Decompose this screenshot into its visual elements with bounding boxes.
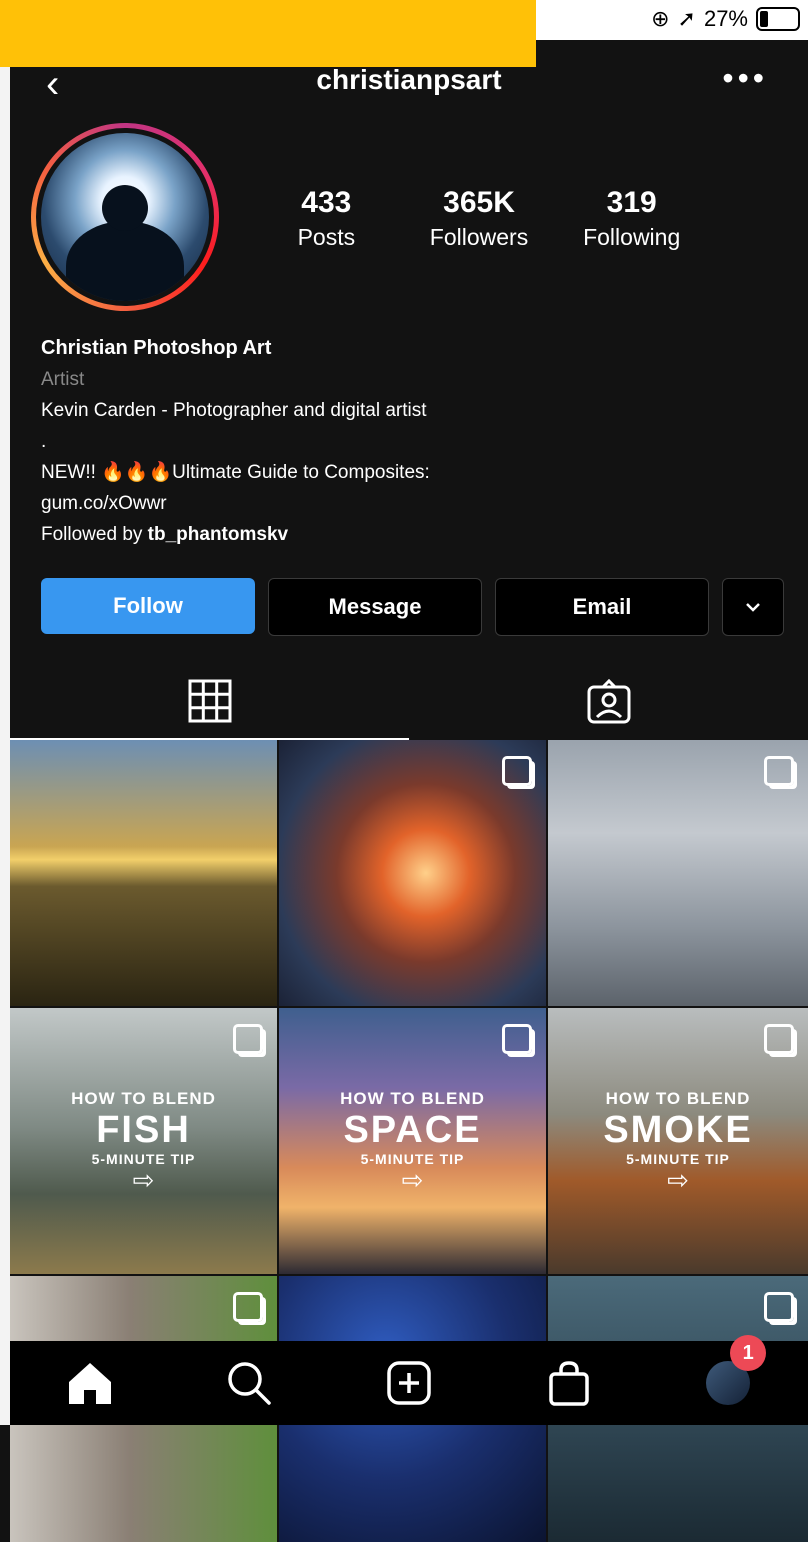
stat-following[interactable]: 319 Following	[555, 186, 708, 251]
shopping-bag-icon	[548, 1361, 589, 1406]
post-thumbnail[interactable]: HOW TO BLEND SPACE 5-MINUTE TIP ⇨	[279, 1008, 546, 1274]
profile-stats: 433 Posts 365K Followers 319 Following	[250, 186, 708, 251]
profile-header: ‹ christianpsart •••	[10, 40, 808, 120]
bio-link[interactable]: gum.co/xOwwr	[41, 488, 781, 519]
overlay-title: FISH	[96, 1109, 191, 1151]
grid-icon	[188, 679, 231, 723]
profile-actions: Follow Message Email	[41, 578, 784, 636]
profile-avatar-small: 1	[706, 1335, 767, 1405]
arrow-right-icon: ⇨	[132, 1165, 155, 1195]
post-title-overlay: HOW TO BLEND SMOKE 5-MINUTE TIP ⇨	[571, 1089, 784, 1193]
profile-tabs	[10, 664, 808, 740]
profile-bio: Christian Photoshop Art Artist Kevin Car…	[41, 333, 781, 550]
stat-followers-value: 365K	[443, 186, 515, 219]
battery-icon	[756, 7, 800, 31]
notification-badge: 1	[730, 1335, 767, 1371]
arrow-right-icon: ⇨	[667, 1165, 689, 1195]
stat-followers-label: Followers	[429, 224, 529, 250]
multi-post-icon	[233, 1292, 263, 1322]
rotation-lock-icon: ⊕	[651, 6, 670, 31]
message-button[interactable]: Message	[268, 578, 482, 636]
stat-posts-value: 433	[301, 186, 352, 219]
post-thumbnail[interactable]	[548, 740, 808, 1006]
stat-followers[interactable]: 365K Followers	[403, 186, 556, 251]
post-title-overlay: HOW TO BLEND FISH 5-MINUTE TIP ⇨	[34, 1089, 253, 1193]
profile-avatar[interactable]	[31, 123, 219, 311]
location-arrow-icon: ➚	[677, 6, 696, 31]
status-indicators: ⊕ ➚ 27%	[651, 6, 800, 32]
multi-post-icon	[502, 1024, 532, 1054]
overlay-title: SPACE	[343, 1109, 482, 1151]
post-thumbnail[interactable]	[10, 740, 277, 1006]
followed-by-prefix: Followed by	[41, 524, 148, 545]
email-button[interactable]: Email	[495, 578, 709, 636]
profile-category: Artist	[41, 369, 85, 390]
bottom-navigation: 1	[10, 1335, 808, 1425]
nav-shop[interactable]	[524, 1360, 614, 1406]
post-thumbnail[interactable]: HOW TO BLEND FISH 5-MINUTE TIP ⇨	[10, 1008, 277, 1274]
post-title-overlay: HOW TO BLEND SPACE 5-MINUTE TIP ⇨	[303, 1089, 522, 1193]
tagged-person-icon	[587, 679, 630, 724]
search-icon	[228, 1362, 272, 1405]
battery-percentage: 27%	[703, 6, 748, 31]
multi-post-icon	[764, 1024, 794, 1054]
stat-posts[interactable]: 433 Posts	[250, 186, 403, 251]
stat-following-value: 319	[606, 186, 657, 219]
multi-post-icon	[764, 756, 794, 786]
post-thumbnail[interactable]	[279, 740, 546, 1006]
multi-post-icon	[502, 756, 532, 786]
bio-line: Kevin Carden - Photographer and digital …	[41, 400, 427, 421]
add-post-icon	[387, 1361, 431, 1405]
overlay-line: HOW TO BLEND	[340, 1089, 485, 1108]
nav-create[interactable]	[364, 1360, 454, 1406]
tab-tagged[interactable]	[409, 664, 808, 740]
stat-following-label: Following	[583, 224, 681, 250]
display-name: Christian Photoshop Art	[41, 337, 272, 359]
more-options-icon[interactable]: •••	[722, 60, 768, 97]
bio-line: NEW!! 🔥🔥🔥Ultimate Guide to Composites:	[41, 462, 430, 483]
profile-username: christianpsart	[316, 64, 502, 95]
chevron-down-icon[interactable]	[722, 578, 784, 636]
home-icon	[68, 1363, 111, 1404]
left-edge-strip	[0, 0, 10, 1425]
followed-by[interactable]: Followed by tb_phantomskv	[41, 519, 781, 550]
multi-post-icon	[233, 1024, 263, 1054]
nav-profile[interactable]: 1	[683, 1335, 773, 1405]
overlay-title: SMOKE	[603, 1109, 753, 1151]
overlay-line: HOW TO BLEND	[605, 1089, 751, 1108]
overlay-line: HOW TO BLEND	[71, 1089, 216, 1108]
followed-by-user[interactable]: tb_phantomskv	[148, 524, 288, 545]
nav-search[interactable]	[204, 1360, 294, 1406]
bio-line: .	[41, 431, 47, 452]
arrow-right-icon: ⇨	[401, 1165, 424, 1195]
follow-button[interactable]: Follow	[41, 578, 255, 634]
nav-home[interactable]	[45, 1360, 135, 1406]
multi-post-icon	[764, 1292, 794, 1322]
post-thumbnail[interactable]: HOW TO BLEND SMOKE 5-MINUTE TIP ⇨	[548, 1008, 808, 1274]
stat-posts-label: Posts	[297, 224, 356, 250]
tab-grid[interactable]	[10, 664, 409, 740]
